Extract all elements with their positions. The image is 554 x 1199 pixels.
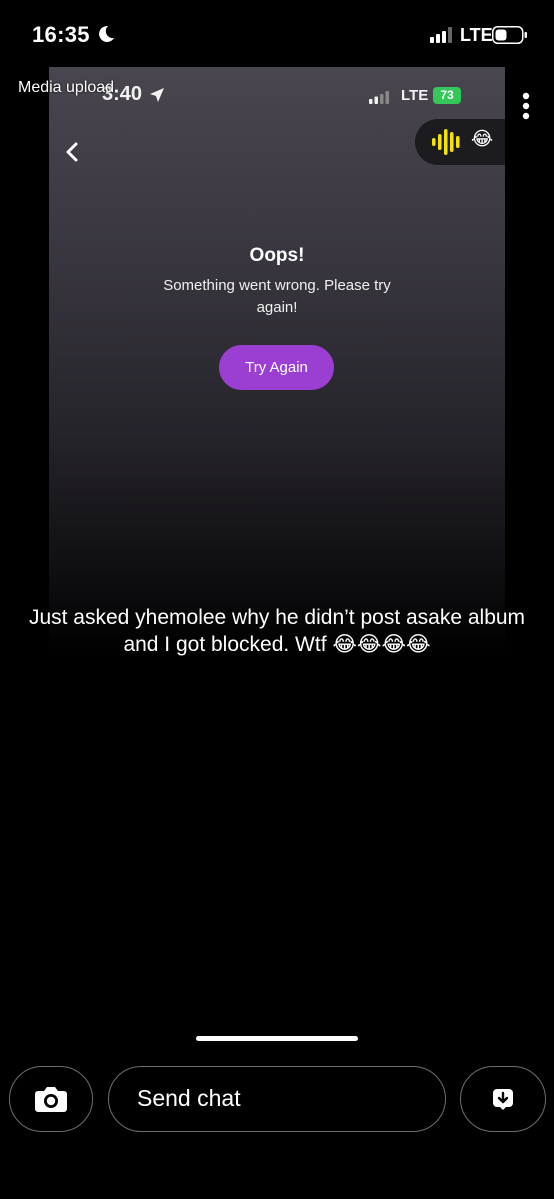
home-indicator (196, 1036, 358, 1041)
inner-network-label: LTE (401, 87, 429, 104)
save-button[interactable] (460, 1066, 546, 1132)
moon-icon (99, 25, 114, 42)
error-message: Something went wrong. Please try again! (163, 277, 391, 316)
media-frame[interactable]: 3:40 LTE 73 😂 Oops! Something went wrong… (49, 67, 505, 1047)
try-again-button[interactable]: Try Again (219, 345, 334, 390)
laughing-emoji: 😂 (471, 129, 494, 150)
voice-reaction-pill[interactable]: 😂 (415, 119, 505, 165)
signal-icon (430, 27, 452, 43)
error-title: Oops! (249, 245, 305, 266)
back-chevron-icon (66, 142, 78, 162)
media-upload-label: Media upload (18, 79, 115, 96)
inner-signal-icon (369, 91, 389, 104)
story-caption: Just asked yhemolee why he didn’t post a… (28, 606, 526, 656)
more-vertical-icon[interactable] (521, 92, 531, 120)
network-label: LTE (460, 25, 493, 45)
camera-icon (35, 1087, 67, 1112)
battery-icon (492, 26, 527, 44)
sound-wave-icon (432, 129, 460, 155)
location-arrow-icon (150, 88, 164, 102)
inner-battery-badge: 73 (433, 87, 461, 104)
status-bar: 16:35 LTE (0, 0, 554, 66)
send-chat-input[interactable]: Send chat (108, 1066, 446, 1132)
status-time: 16:35 (32, 22, 90, 47)
camera-button[interactable] (9, 1066, 93, 1132)
save-download-icon (493, 1089, 513, 1110)
